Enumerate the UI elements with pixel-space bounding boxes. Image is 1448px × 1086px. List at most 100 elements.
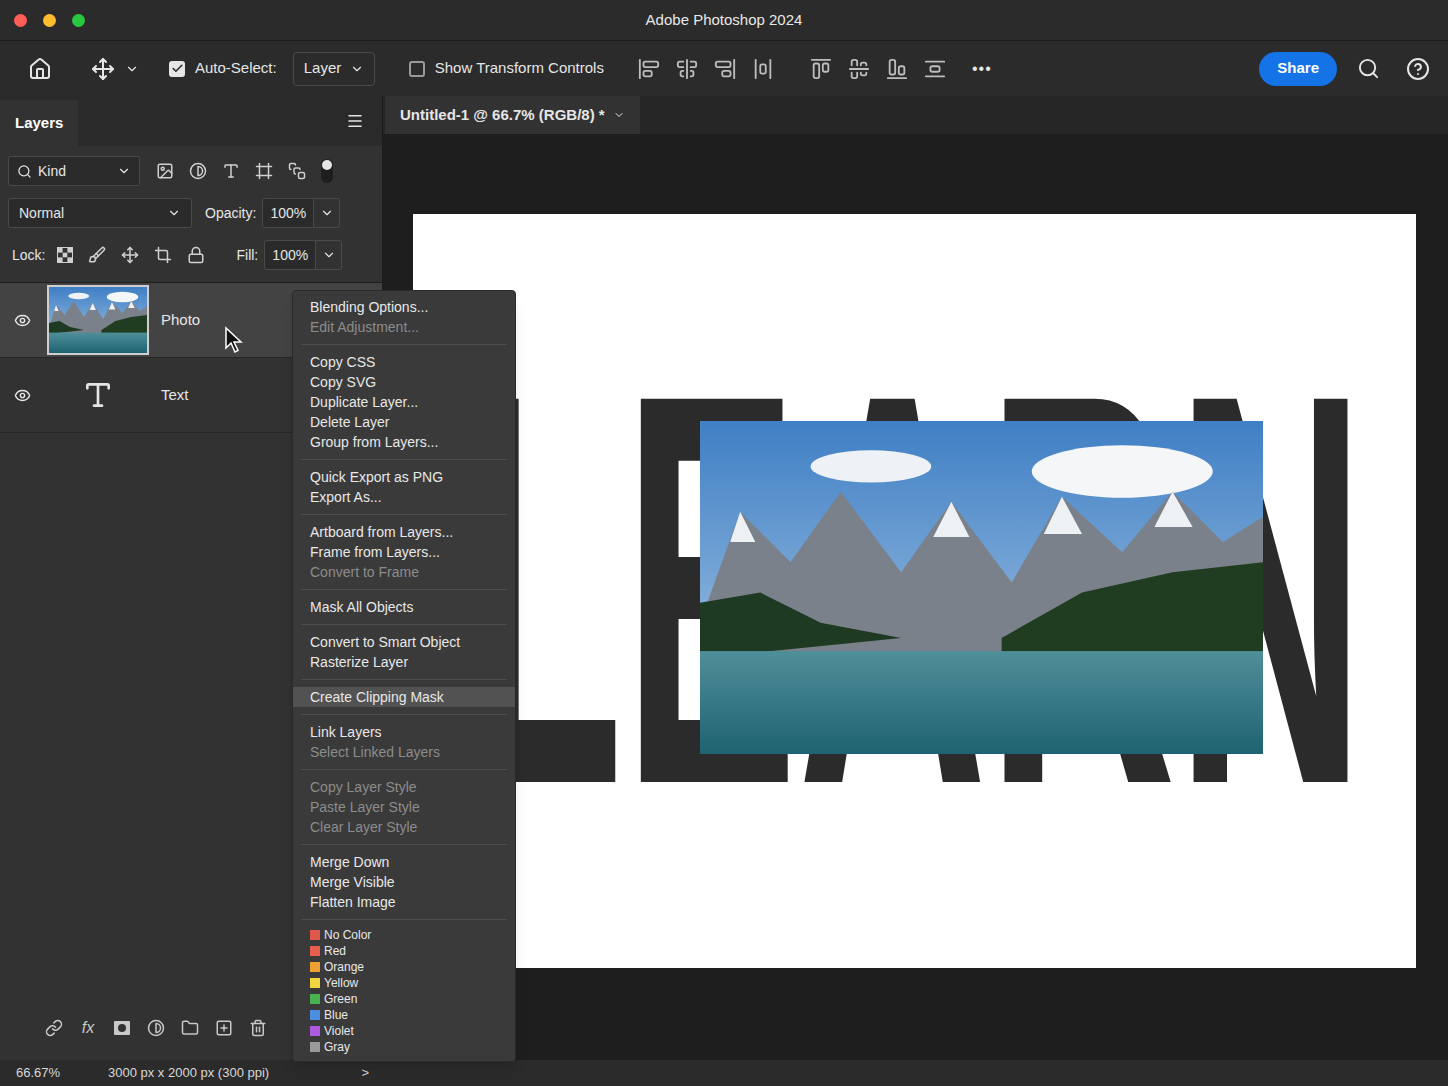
auto-select-target-dropdown[interactable]: Layer xyxy=(293,52,375,86)
window-controls xyxy=(14,14,646,27)
panel-tab[interactable]: Layers xyxy=(0,100,78,146)
lock-label: Lock: xyxy=(12,245,45,266)
menu-item[interactable]: Flatten Image xyxy=(293,892,515,912)
menu-item[interactable]: Link Layers xyxy=(293,722,515,742)
menu-item[interactable]: Convert to Smart Object xyxy=(293,632,515,652)
distribute-vertical-icon[interactable] xyxy=(924,58,946,80)
color-label-item[interactable]: Orange xyxy=(293,959,515,975)
menu-item[interactable]: Copy SVG xyxy=(293,372,515,392)
menu-item[interactable]: Quick Export as PNG xyxy=(293,467,515,487)
opacity-label: Opacity: xyxy=(205,203,256,224)
menu-separator xyxy=(301,679,507,680)
lock-pixels-icon[interactable] xyxy=(88,246,106,264)
align-bottom-icon[interactable] xyxy=(886,58,908,80)
color-swatch xyxy=(310,994,320,1004)
new-layer-icon[interactable] xyxy=(215,1019,233,1037)
visibility-eye-icon[interactable] xyxy=(14,387,31,404)
lock-all-icon[interactable] xyxy=(187,246,205,264)
close-button[interactable] xyxy=(14,14,27,27)
menu-item[interactable]: Blending Options... xyxy=(293,297,515,317)
check-icon xyxy=(171,62,184,75)
show-transform-controls-checkbox[interactable] xyxy=(409,61,425,77)
opacity-field[interactable]: 100% xyxy=(262,198,314,228)
menu-item[interactable]: Group from Layers... xyxy=(293,432,515,452)
auto-select-checkbox[interactable] xyxy=(169,61,185,77)
link-layers-icon[interactable] xyxy=(45,1019,63,1037)
layer-name[interactable]: Text xyxy=(161,384,189,407)
new-group-icon[interactable] xyxy=(181,1019,199,1037)
adjustment-layer-filter-icon[interactable] xyxy=(189,162,207,180)
menu-item[interactable]: Merge Visible xyxy=(293,872,515,892)
color-label-item[interactable]: Violet xyxy=(293,1023,515,1039)
delete-layer-icon[interactable] xyxy=(249,1019,267,1037)
align-left-icon[interactable] xyxy=(638,58,660,80)
smart-object-filter-icon[interactable] xyxy=(288,162,306,180)
share-button[interactable]: Share xyxy=(1259,52,1337,86)
adjustment-layer-icon[interactable] xyxy=(147,1019,165,1037)
menu-item[interactable]: Rasterize Layer xyxy=(293,652,515,672)
fill-dropdown[interactable] xyxy=(316,240,342,270)
more-options-button[interactable]: ••• xyxy=(972,57,992,81)
chevron-down-icon xyxy=(320,206,334,220)
auto-select-label: Auto-Select: xyxy=(195,57,277,80)
home-icon[interactable] xyxy=(28,57,52,81)
color-label-item[interactable]: Yellow xyxy=(293,975,515,991)
panel-header: Layers xyxy=(0,96,382,146)
menu-item[interactable]: Mask All Objects xyxy=(293,597,515,617)
canvas[interactable]: LEARN xyxy=(413,214,1416,968)
search-icon[interactable] xyxy=(1357,57,1380,80)
color-swatch xyxy=(310,962,320,972)
status-menu-button[interactable]: > xyxy=(361,1063,369,1083)
align-top-icon[interactable] xyxy=(810,58,832,80)
color-label-item[interactable]: Blue xyxy=(293,1007,515,1023)
zoom-level[interactable]: 66.67% xyxy=(16,1063,108,1083)
color-label-item[interactable]: Red xyxy=(293,943,515,959)
menu-item[interactable]: Frame from Layers... xyxy=(293,542,515,562)
zoom-button[interactable] xyxy=(72,14,85,27)
align-right-icon[interactable] xyxy=(714,58,736,80)
shape-layer-filter-icon[interactable] xyxy=(255,162,273,180)
color-label-item[interactable]: No Color xyxy=(293,927,515,943)
panel-menu-icon[interactable] xyxy=(346,112,364,130)
menu-item[interactable]: Copy CSS xyxy=(293,352,515,372)
menu-item: Clear Layer Style xyxy=(293,817,515,837)
menu-item[interactable]: Artboard from Layers... xyxy=(293,522,515,542)
menu-item[interactable]: Delete Layer xyxy=(293,412,515,432)
menu-separator xyxy=(301,459,507,460)
menu-item[interactable]: Merge Down xyxy=(293,852,515,872)
opacity-dropdown[interactable] xyxy=(314,198,340,228)
chevron-down-icon[interactable] xyxy=(125,62,139,76)
menu-item: Paste Layer Style xyxy=(293,797,515,817)
align-center-icon[interactable] xyxy=(676,58,698,80)
layer-style-button[interactable]: fx xyxy=(79,1016,97,1040)
menu-item[interactable]: Create Clipping Mask xyxy=(293,687,515,707)
lock-transparency-icon[interactable] xyxy=(57,247,73,263)
filter-toggle-icon[interactable] xyxy=(321,159,333,183)
title-bar: Adobe Photoshop 2024 xyxy=(0,0,1448,40)
visibility-eye-icon[interactable] xyxy=(14,312,31,329)
menu-item[interactable]: Export As... xyxy=(293,487,515,507)
minimize-button[interactable] xyxy=(43,14,56,27)
align-middle-icon[interactable] xyxy=(848,58,870,80)
fill-field[interactable]: 100% xyxy=(264,240,316,270)
help-icon[interactable] xyxy=(1406,57,1430,81)
document-tab[interactable]: Untitled-1 @ 66.7% (RGB/8) * xyxy=(385,96,640,134)
type-layer-filter-icon[interactable] xyxy=(222,162,240,180)
workspace: LayersKindNormalOpacity:100%Lock:Fill:10… xyxy=(0,96,1448,1060)
lock-position-icon[interactable] xyxy=(121,246,139,264)
lock-artboard-icon[interactable] xyxy=(154,246,172,264)
layer-name[interactable]: Photo xyxy=(161,309,200,332)
color-label-item[interactable]: Green xyxy=(293,991,515,1007)
menu-item[interactable]: Duplicate Layer... xyxy=(293,392,515,412)
move-tool-icon[interactable] xyxy=(91,57,115,81)
color-swatch xyxy=(310,1042,320,1052)
window-title: Adobe Photoshop 2024 xyxy=(646,9,803,32)
pixel-layer-filter-icon[interactable] xyxy=(156,162,174,180)
color-swatch xyxy=(310,978,320,988)
add-mask-icon[interactable] xyxy=(113,1019,131,1037)
blend-mode-dropdown[interactable]: Normal xyxy=(8,198,192,228)
distribute-horizontal-icon[interactable] xyxy=(752,58,774,80)
filter-kind-dropdown[interactable]: Kind xyxy=(8,156,140,186)
align-buttons xyxy=(638,58,946,80)
color-label-item[interactable]: Gray xyxy=(293,1039,515,1055)
